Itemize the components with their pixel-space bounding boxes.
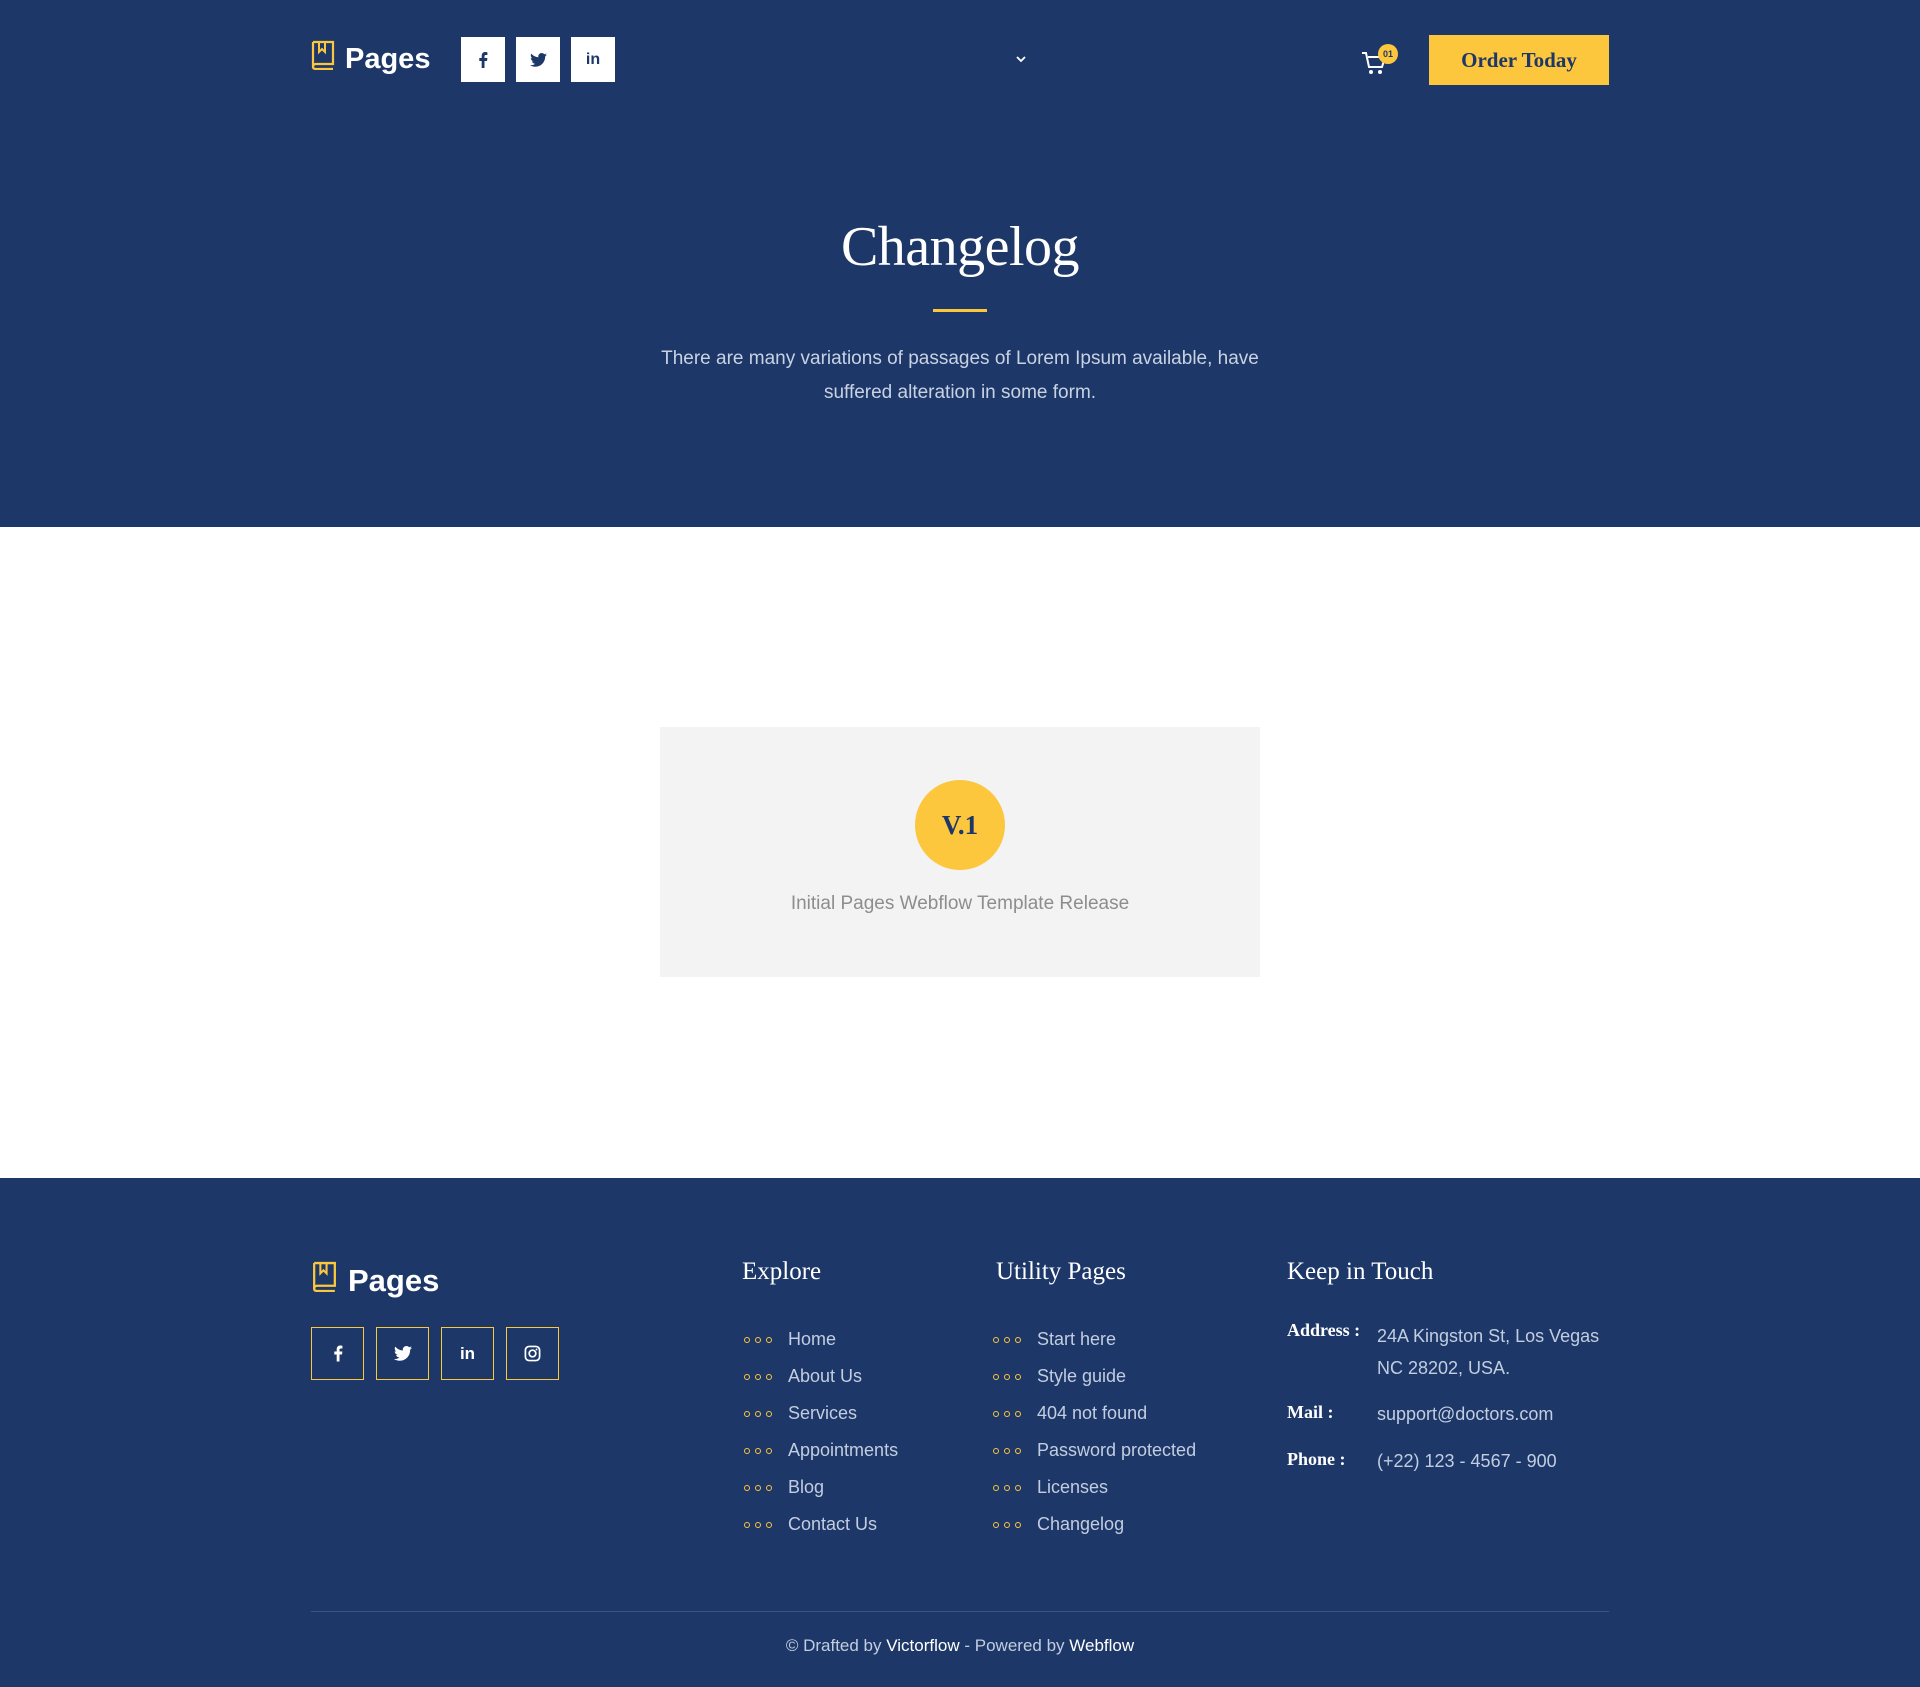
link-label: Style guide [1037, 1366, 1127, 1386]
footer-facebook-button[interactable] [311, 1327, 364, 1380]
footer-link-password-protected[interactable]: Password protected [993, 1432, 1196, 1469]
keep-in-touch-title: Keep in Touch [1287, 1258, 1434, 1285]
footer-twitter-button[interactable] [376, 1327, 429, 1380]
footer-divider [311, 1611, 1609, 1612]
address-line-1: 24A Kingston St, Los Vegas [1377, 1326, 1600, 1346]
link-label: Services [788, 1403, 858, 1423]
facebook-icon [333, 1345, 342, 1362]
changelog-card: V.1 Initial Pages Webflow Template Relea… [660, 727, 1260, 977]
instagram-icon [524, 1345, 541, 1362]
footer-link-404[interactable]: 404 not found [993, 1395, 1196, 1432]
twitter-button[interactable] [516, 37, 560, 82]
link-label: Contact Us [788, 1514, 878, 1534]
page-subtitle: There are many variations of passages of… [640, 342, 1280, 410]
bullet-dots-icon [993, 1410, 1037, 1417]
mail-link[interactable]: support@doctors.com [1377, 1398, 1553, 1430]
bullet-dots-icon [744, 1484, 788, 1491]
footer-link-style-guide[interactable]: Style guide [993, 1358, 1196, 1395]
copyright-icon: © [785, 1636, 799, 1655]
facebook-button[interactable] [461, 37, 505, 82]
title-underline [933, 309, 987, 312]
cart-count-badge: 01 [1378, 44, 1398, 64]
order-today-button[interactable]: Order Today [1429, 35, 1609, 85]
brand-logo[interactable]: Pages [310, 40, 430, 78]
link-label: Start here [1037, 1329, 1117, 1349]
link-label: Blog [788, 1477, 825, 1497]
footer-section: Pages in Explore Home About Us Services … [0, 1178, 1920, 1687]
bullet-dots-icon [993, 1373, 1037, 1380]
bullet-dots-icon [744, 1447, 788, 1454]
bullet-dots-icon [993, 1336, 1037, 1343]
footer-link-services[interactable]: Services [744, 1395, 898, 1432]
footer-link-blog[interactable]: Blog [744, 1469, 898, 1506]
version-badge: V.1 [915, 780, 1005, 870]
header-section: Pages in Home Pages About Services Conta… [0, 0, 1920, 527]
bullet-dots-icon [993, 1484, 1037, 1491]
nav-pages-label: Pages [962, 50, 1008, 67]
link-label: 404 not found [1037, 1403, 1148, 1423]
platform-link[interactable]: Webflow [1069, 1636, 1134, 1655]
bullet-dots-icon [993, 1521, 1037, 1528]
subtitle-line-2: suffered alteration in some form. [823, 382, 1097, 403]
bullet-dots-icon [993, 1447, 1037, 1454]
address-line-2: NC 28202, USA. [1377, 1358, 1511, 1378]
nav-contact[interactable]: Contact [1271, 50, 1326, 68]
link-label: Licenses [1037, 1477, 1109, 1497]
footer-link-appointments[interactable]: Appointments [744, 1432, 898, 1469]
utility-links: Start here Style guide 404 not found Pas… [993, 1321, 1196, 1543]
twitter-icon [393, 1346, 412, 1361]
link-label: Changelog [1037, 1514, 1125, 1534]
facebook-icon [479, 51, 488, 68]
footer-linkedin-button[interactable]: in [441, 1327, 494, 1380]
nav-pages[interactable]: Pages [962, 50, 1026, 68]
phone-label: Phone : [1287, 1449, 1346, 1469]
address-value: 24A Kingston St, Los Vegas NC 28202, USA… [1377, 1320, 1599, 1384]
mail-label: Mail : [1287, 1402, 1334, 1422]
nav-about[interactable]: About [1059, 50, 1101, 68]
copyright-drafted: Drafted by [803, 1636, 882, 1655]
footer-link-changelog[interactable]: Changelog [993, 1506, 1196, 1543]
link-label: Appointments [788, 1440, 899, 1460]
linkedin-icon: in [585, 50, 601, 68]
bullet-dots-icon [744, 1336, 788, 1343]
link-label: Home [788, 1329, 837, 1349]
link-label: About Us [788, 1366, 863, 1386]
footer-link-licenses[interactable]: Licenses [993, 1469, 1196, 1506]
nav-home[interactable]: Home [867, 50, 910, 68]
utility-pages-title: Utility Pages [996, 1258, 1126, 1285]
copyright: © Drafted by Victorflow - Powered by Web… [0, 1636, 1920, 1656]
linkedin-button[interactable]: in [571, 37, 615, 82]
book-icon [310, 40, 336, 78]
linkedin-icon: in [459, 1343, 476, 1363]
bullet-dots-icon [744, 1373, 788, 1380]
changelog-description: Initial Pages Webflow Template Release [790, 893, 1130, 914]
address-label: Address : [1287, 1320, 1361, 1340]
brand-name: Pages [345, 42, 431, 75]
footer-link-contact-us[interactable]: Contact Us [744, 1506, 898, 1543]
footer-brand-name: Pages [348, 1262, 440, 1298]
twitter-icon [529, 52, 547, 67]
author-link[interactable]: Victorflow [886, 1636, 959, 1655]
footer-brand-logo[interactable]: Pages [311, 1261, 439, 1300]
footer-link-about-us[interactable]: About Us [744, 1358, 898, 1395]
phone-link[interactable]: (+22) 123 - 4567 - 900 [1377, 1445, 1557, 1477]
nav-services[interactable]: Services [1155, 50, 1216, 68]
explore-links: Home About Us Services Appointments Blog… [744, 1321, 898, 1543]
book-icon [311, 1261, 338, 1300]
copyright-powered: - Powered by [964, 1636, 1065, 1655]
page-title: Changelog [840, 216, 1080, 278]
subtitle-line-1: There are many variations of passages of… [661, 348, 1259, 369]
chevron-down-icon [1016, 56, 1026, 63]
explore-title: Explore [742, 1258, 822, 1285]
bullet-dots-icon [744, 1521, 788, 1528]
footer-link-start-here[interactable]: Start here [993, 1321, 1196, 1358]
footer-instagram-button[interactable] [506, 1327, 559, 1380]
link-label: Password protected [1037, 1440, 1197, 1460]
footer-link-home[interactable]: Home [744, 1321, 898, 1358]
bullet-dots-icon [744, 1410, 788, 1417]
